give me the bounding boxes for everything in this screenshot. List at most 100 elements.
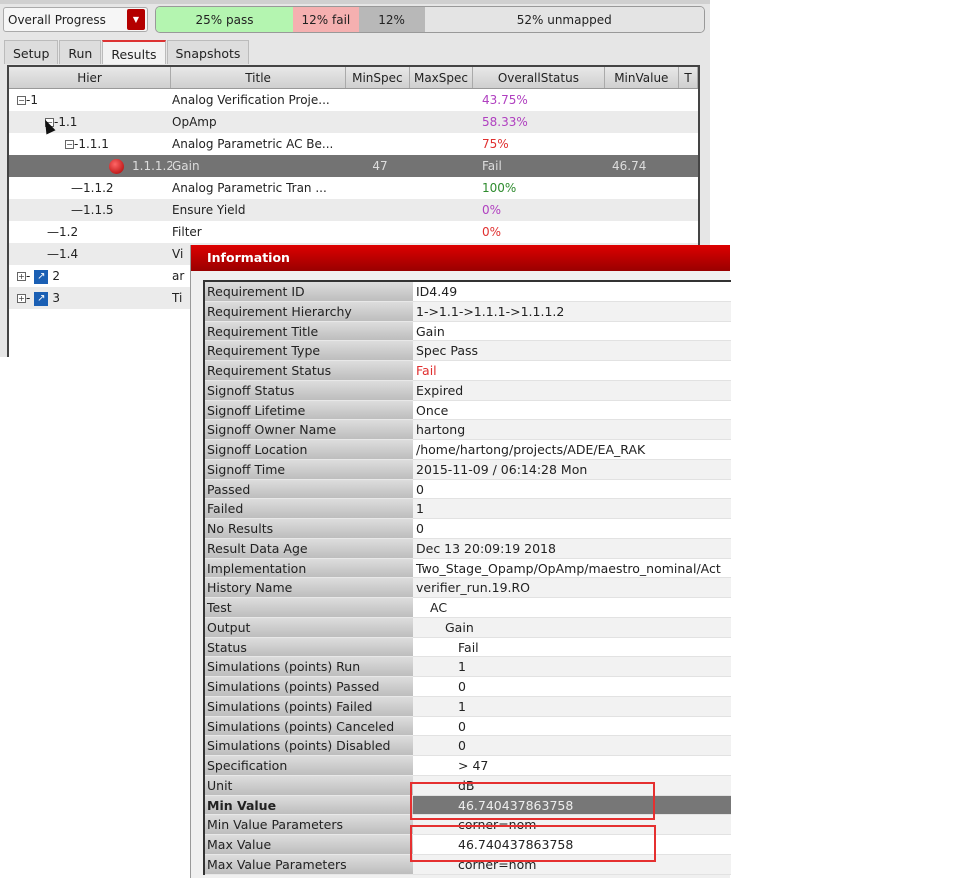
hier-label: 1.1.5: [83, 203, 114, 217]
info-row: History Name verifier_run.19.RO: [205, 578, 731, 598]
tab-run[interactable]: Run: [59, 40, 102, 64]
title-cell: Analog Parametric Tran ...: [172, 181, 327, 195]
title-cell: Ensure Yield: [172, 203, 246, 217]
tab-results[interactable]: Results: [102, 40, 166, 64]
info-label: History Name: [205, 578, 413, 598]
info-row: No Results 0: [205, 519, 731, 539]
hier-cell: —1.4: [47, 247, 79, 261]
overall-status-cell: 58.33%: [482, 115, 528, 129]
info-value: 2015-11-09 / 06:14:28 Mon: [413, 459, 731, 480]
info-label: Specification: [205, 756, 413, 776]
info-row: Simulations (points) Disabled 0: [205, 736, 731, 756]
hier-cell: —1.2: [47, 225, 79, 239]
info-row: Requirement Type Spec Pass: [205, 341, 731, 361]
info-value: hartong: [413, 420, 731, 440]
hier-cell: +- ↗ 2: [17, 269, 60, 284]
info-label: Requirement Status: [205, 361, 413, 381]
tab-snapshots[interactable]: Snapshots: [166, 40, 250, 64]
column-header-maxspec[interactable]: MaxSpec: [410, 67, 474, 88]
tab-setup[interactable]: Setup: [4, 40, 59, 64]
info-value: AC: [413, 598, 731, 618]
minvalue-cell: [608, 177, 683, 199]
column-header-hier[interactable]: Hier: [9, 67, 172, 88]
table-row[interactable]: —1.2 Filter 0%: [9, 221, 698, 243]
table-row[interactable]: −-1.1.1 Analog Parametric AC Be... 75%: [9, 133, 698, 155]
info-label: Test: [205, 598, 413, 618]
minvalue-cell: [608, 89, 683, 111]
collapse-icon[interactable]: −: [17, 96, 26, 105]
column-header-overallstatus[interactable]: OverallStatus: [473, 67, 605, 88]
maxspec-cell: [412, 111, 476, 133]
info-label: Requirement Title: [205, 321, 413, 342]
hier-label: 3: [52, 291, 60, 305]
tab-bar: Setup Run Results Snapshots: [4, 40, 250, 64]
info-label: Simulations (points) Passed: [205, 677, 413, 697]
info-label: Simulations (points) Failed: [205, 696, 413, 717]
table-row[interactable]: −-1.1 OpAmp 58.33%: [9, 111, 698, 133]
collapse-icon[interactable]: −: [65, 140, 74, 149]
info-row: Signoff Time 2015-11-09 / 06:14:28 Mon: [205, 459, 731, 480]
expand-icon[interactable]: +: [17, 294, 26, 303]
progress-view-label: Overall Progress: [8, 13, 106, 27]
info-label: Signoff Status: [205, 380, 413, 401]
column-header-title[interactable]: Title: [171, 67, 347, 88]
hier-label: 2: [52, 269, 60, 283]
table-row[interactable]: 1.1.1.2 Gain 47 Fail 46.74: [9, 155, 698, 177]
info-label: Simulations (points) Canceled: [205, 716, 413, 737]
progress-segment: 25% pass: [156, 7, 293, 32]
overall-status-cell: Fail: [482, 159, 502, 173]
info-value: 0: [413, 736, 731, 756]
info-value: ID4.49: [413, 282, 731, 302]
info-label: Output: [205, 617, 413, 638]
table-row[interactable]: —1.1.2 Analog Parametric Tran ... 100%: [9, 177, 698, 199]
hier-label: 1: [30, 93, 38, 107]
column-header-minspec[interactable]: MinSpec: [346, 67, 410, 88]
info-label: Min Value Parameters: [205, 815, 413, 835]
title-cell: Filter: [172, 225, 202, 239]
table-row[interactable]: —1.1.5 Ensure Yield 0%: [9, 199, 698, 221]
minspec-cell: [348, 89, 412, 111]
title-cell: OpAmp: [172, 115, 217, 129]
table-header: Hier Title MinSpec MaxSpec OverallStatus MinV…: [9, 67, 698, 89]
fail-status-icon: [109, 159, 124, 174]
info-value: Two_Stage_Opamp/OpAmp/maestro_nominal/Ac…: [413, 558, 731, 579]
minspec-cell: [348, 221, 412, 243]
info-value: verifier_run.19.RO: [413, 578, 731, 598]
progress-view-select[interactable]: Overall Progress ▼: [3, 7, 148, 32]
info-row: Specification > 47: [205, 756, 731, 776]
chevron-down-icon[interactable]: ▼: [127, 9, 145, 30]
info-label: Min Value: [205, 795, 413, 816]
hier-label: 1.2: [59, 225, 79, 239]
column-header-minvalue[interactable]: MinValue: [605, 67, 680, 88]
column-header-t[interactable]: T: [679, 67, 698, 88]
info-label: Status: [205, 637, 413, 658]
title-cell: Analog Parametric AC Be...: [172, 137, 334, 151]
overall-status-cell: 0%: [482, 203, 502, 217]
info-row: Signoff Status Expired: [205, 380, 731, 401]
info-value: > 47: [413, 756, 731, 776]
hier-cell: −-1.1: [45, 115, 78, 129]
info-row: Requirement Hierarchy 1->1.1->1.1.1->1.1.…: [205, 301, 731, 322]
expand-icon[interactable]: +: [17, 272, 26, 281]
hier-cell: —1.1.2: [71, 181, 114, 195]
info-value: 1: [413, 499, 731, 519]
overall-progress-bar: 25% pass 12% fail 12% 52% unmapped: [155, 6, 705, 33]
maxspec-cell: [412, 221, 476, 243]
hier-label: 1.4: [59, 247, 79, 261]
info-value: 0: [413, 716, 731, 737]
table-row[interactable]: −-1 Analog Verification Proje... 43.75%: [9, 89, 698, 111]
minvalue-cell: [608, 111, 683, 133]
info-label: Simulations (points) Run: [205, 657, 413, 677]
hier-label: 1.1.1.2: [132, 159, 172, 173]
overall-status-cell: 43.75%: [482, 93, 528, 107]
minspec-cell: [348, 199, 412, 221]
minvalue-cell: 46.74: [612, 159, 647, 173]
info-label: Signoff Owner Name: [205, 420, 413, 440]
info-value: 1->1.1->1.1.1->1.1.1.2: [413, 301, 731, 322]
info-row: Output Gain: [205, 617, 731, 638]
minvalue-cell: [608, 133, 683, 155]
info-row: Signoff Owner Name hartong: [205, 420, 731, 440]
info-row: Simulations (points) Failed 1: [205, 696, 731, 717]
info-label: Passed: [205, 479, 413, 500]
info-value: 0: [413, 519, 731, 539]
